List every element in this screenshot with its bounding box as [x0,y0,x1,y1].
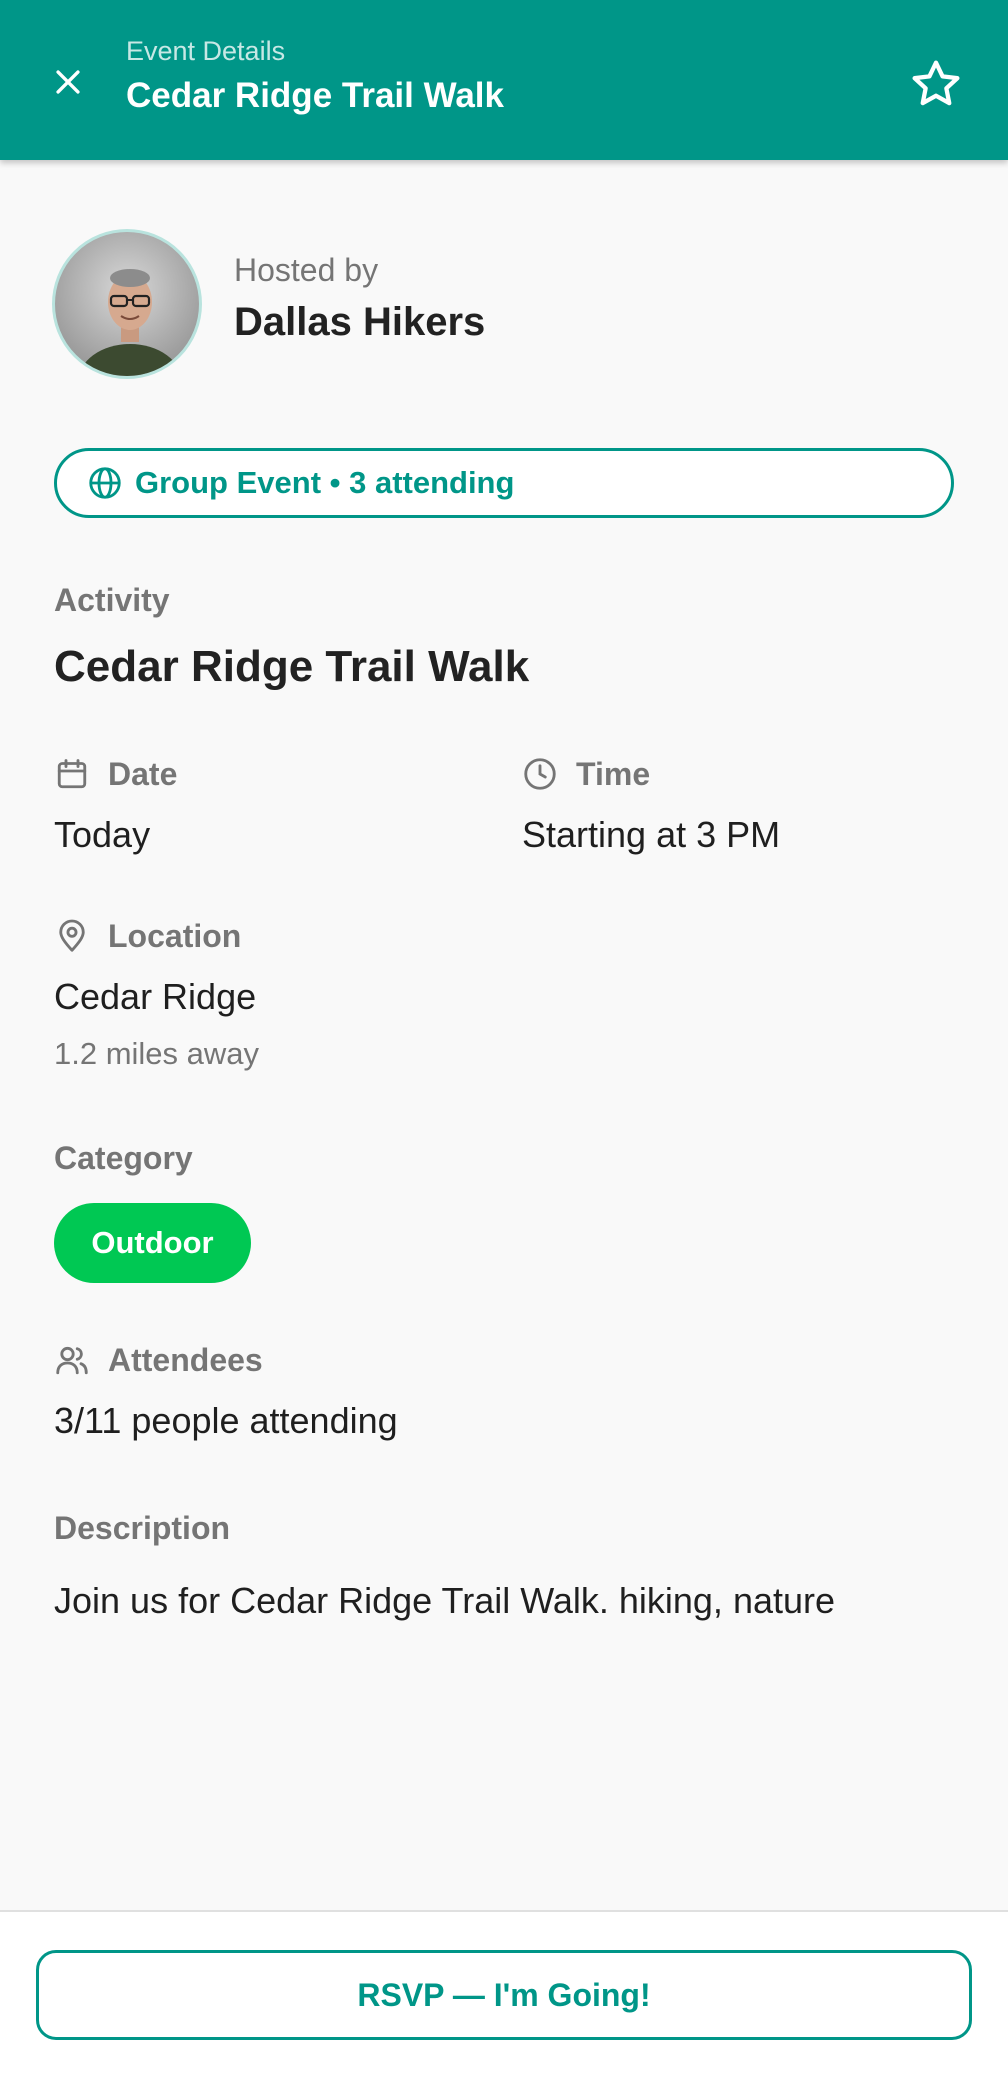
description-label: Description [54,1510,231,1546]
globe-icon [87,465,123,501]
activity-title: Cedar Ridge Trail Walk [54,642,530,691]
rsvp-button[interactable]: RSVP — I'm Going! [36,1950,972,2040]
users-icon [56,1346,88,1375]
close-icon [56,70,80,94]
clock-icon [524,758,556,790]
description-text: Join us for Cedar Ridge Trail Walk. hiki… [54,1580,836,1621]
location-label: Location [108,918,242,954]
location-distance: 1.2 miles away [54,1036,260,1071]
category-label: Category [54,1140,193,1176]
calendar-icon [57,759,87,789]
host-name[interactable]: Dallas Hikers [234,300,485,345]
location-value[interactable]: Cedar Ridge [54,976,256,1018]
app-header: Event Details Cedar Ridge Trail Walk [0,0,1008,160]
time-value: Starting at 3 PM [522,814,781,855]
header-subtitle: Event Details [126,36,286,66]
hosted-by-label: Hosted by [234,252,379,288]
favorite-button[interactable] [902,50,970,118]
attendees-label: Attendees [108,1342,263,1378]
group-event-text: Group Event • 3 attending [135,465,515,500]
person-photo-icon [78,269,182,376]
time-label: Time [576,756,651,792]
date-label: Date [108,756,178,792]
map-pin-icon [59,919,85,952]
group-event-badge: Group Event • 3 attending [54,448,954,518]
bottom-action-bar: RSVP — I'm Going! [0,1910,1008,2074]
host-avatar [52,229,202,379]
star-outline-icon [912,60,960,106]
activity-label: Activity [54,582,170,618]
date-value: Today [54,814,151,855]
category-chip: Outdoor [54,1203,251,1283]
close-button[interactable] [42,56,94,108]
attendees-value: 3/11 people attending [54,1400,398,1441]
header-title: Cedar Ridge Trail Walk [126,76,504,115]
event-details-screen: Event Details Cedar Ridge Trail Walk Hos… [0,0,1008,2074]
